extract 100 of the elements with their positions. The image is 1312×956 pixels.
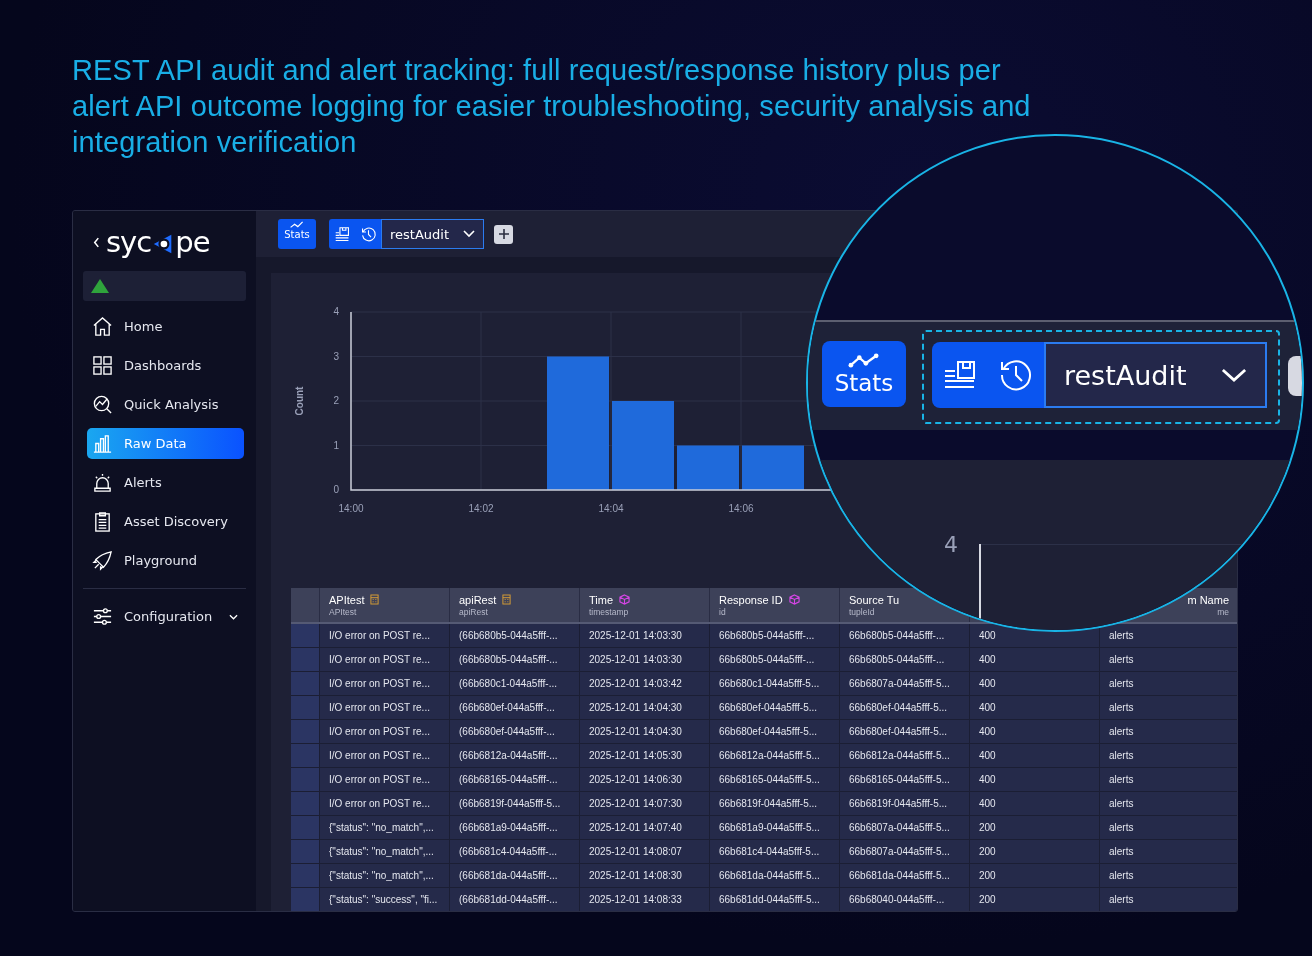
headline: REST API audit and alert tracking: full request/response history plus per alert API outcome logging for easier troubleshooting, security analysis and integration verification [72, 53, 1032, 160]
tick-label: 14:06 [728, 503, 754, 514]
chevron-left-icon[interactable] [93, 236, 100, 248]
table-cell: (66b681a9-044a5fff-... [449, 815, 580, 840]
table-cell: (66b6819f-044a5fff-5... [449, 791, 580, 816]
column-title: APItest [329, 593, 365, 606]
stats-button[interactable]: Stats [822, 341, 906, 407]
table-cell: (66b680b5-044a5fff-... [449, 647, 580, 672]
axis-title: Count [294, 386, 305, 416]
row-header-cell [291, 767, 320, 792]
table-cell: I/O error on POST re... [319, 623, 450, 648]
cube-icon [619, 594, 631, 605]
table-cell: 400 [969, 695, 1100, 720]
table-cell: 400 [969, 791, 1100, 816]
tick-label: 2 [333, 395, 339, 406]
logo: syc pe [106, 227, 210, 257]
tick-label: 4 [944, 532, 958, 557]
table-cell: 66b6807a-044a5fff-5... [839, 815, 970, 840]
tick-label: 0 [333, 484, 339, 495]
table-cell: 66b680b5-044a5fff-... [709, 623, 840, 648]
table-cell: 2025-12-01 14:03:30 [579, 647, 710, 672]
table-cell: I/O error on POST re... [319, 647, 450, 672]
column-field-name: me [1216, 606, 1229, 617]
bar [742, 445, 804, 490]
nav-item[interactable]: Asset Discovery [83, 506, 246, 537]
tick-label: 3 [333, 350, 339, 362]
table-cell: 66b6819f-044a5fff-5... [839, 791, 970, 816]
row-header-cell [291, 815, 320, 840]
table-cell: (66b681da-044a5fff-... [449, 863, 580, 888]
table-cell: (66b680ef-044a5fff-... [449, 695, 580, 720]
table-cell: I/O error on POST re... [319, 671, 450, 696]
table-cell: 2025-12-01 14:08:07 [579, 839, 710, 864]
table-cell: 2025-12-01 14:03:42 [579, 671, 710, 696]
column-field-name: id [719, 606, 727, 617]
table-cell: 2025-12-01 14:05:30 [579, 743, 710, 768]
row-header-cell [291, 671, 320, 696]
tick-label: 14:02 [468, 503, 494, 514]
table-cell: 400 [969, 767, 1100, 792]
table-cell: I/O error on POST re... [319, 743, 450, 768]
table-cell: (66b681c4-044a5fff-... [449, 839, 580, 864]
table-cell: (66b681dd-044a5fff-... [449, 887, 580, 911]
table-cell: alerts [1099, 623, 1237, 648]
table-cell: alerts [1099, 695, 1237, 720]
sliders-icon [92, 606, 113, 627]
query-dropdown[interactable]: restAudit [1044, 342, 1267, 408]
table-cell: 66b680b5-044a5fff-... [839, 647, 970, 672]
row-header-cell [291, 719, 320, 744]
nav-item[interactable]: Alerts [83, 467, 246, 498]
table-cell: 2025-12-01 14:07:30 [579, 791, 710, 816]
column-title: Response ID [719, 593, 783, 606]
column-field-name: tupleId [849, 606, 876, 617]
table-cell: 2025-12-01 14:04:30 [579, 695, 710, 720]
table-cell: 66b680ef-044a5fff-5... [839, 719, 970, 744]
stats-button[interactable]: Stats [278, 219, 316, 249]
clipboard-icon [92, 511, 113, 532]
table-cell: (66b680c1-044a5fff-... [449, 671, 580, 696]
row-header-cell [291, 695, 320, 720]
table-cell: 66b6819f-044a5fff-5... [709, 791, 840, 816]
calculator-icon [370, 594, 380, 605]
column-field-name: APItest [329, 606, 358, 617]
table-cell: {"status": "no_match",... [319, 863, 450, 888]
table-cell: (66b6812a-044a5fff-... [449, 743, 580, 768]
nav-item[interactable]: Home [83, 311, 246, 342]
save-icon [333, 225, 351, 243]
tick-label: 14:00 [338, 503, 364, 514]
table-cell: alerts [1099, 671, 1237, 696]
nav-item[interactable]: Configuration [83, 601, 246, 632]
column-field-name: timestamp [589, 606, 630, 617]
row-header-cell [291, 647, 320, 672]
nav-item[interactable]: Playground [83, 545, 246, 576]
table-cell: 66b681a9-044a5fff-5... [709, 815, 840, 840]
table-cell: I/O error on POST re... [319, 767, 450, 792]
tick-label: 14:04 [598, 503, 624, 514]
table-cell: 66b68165-044a5fff-5... [709, 767, 840, 792]
row-header-cell [291, 863, 320, 888]
table-cell: 200 [969, 815, 1100, 840]
row-header-cell [291, 791, 320, 816]
query-dropdown[interactable]: restAudit [381, 219, 484, 249]
nav-item[interactable]: Raw Data [87, 428, 244, 459]
tick-label: 4 [333, 306, 339, 317]
table-cell: 400 [969, 671, 1100, 696]
column-title: Source Tu [849, 593, 900, 606]
table-cell: (66b68165-044a5fff-... [449, 767, 580, 792]
table-cell: 66b6807a-044a5fff-5... [839, 839, 970, 864]
table-cell: 2025-12-01 14:08:33 [579, 887, 710, 911]
nav-item[interactable]: Quick Analysis [83, 389, 246, 420]
nav-item[interactable]: Dashboards [83, 350, 246, 381]
table-cell: 66b680ef-044a5fff-5... [839, 695, 970, 720]
chevron-down-icon[interactable] [229, 613, 238, 620]
chevron-down-icon [463, 230, 475, 238]
bar-chart-icon [92, 433, 113, 454]
table-cell: 400 [969, 719, 1100, 744]
table-cell: I/O error on POST re... [319, 695, 450, 720]
table-cell: (66b680b5-044a5fff-... [449, 623, 580, 648]
line-chart-icon [289, 221, 305, 229]
table-cell: I/O error on POST re... [319, 791, 450, 816]
table-cell: alerts [1099, 863, 1237, 888]
history-icon [998, 357, 1034, 393]
row-header-cell [291, 623, 320, 648]
add-button[interactable] [494, 224, 513, 244]
